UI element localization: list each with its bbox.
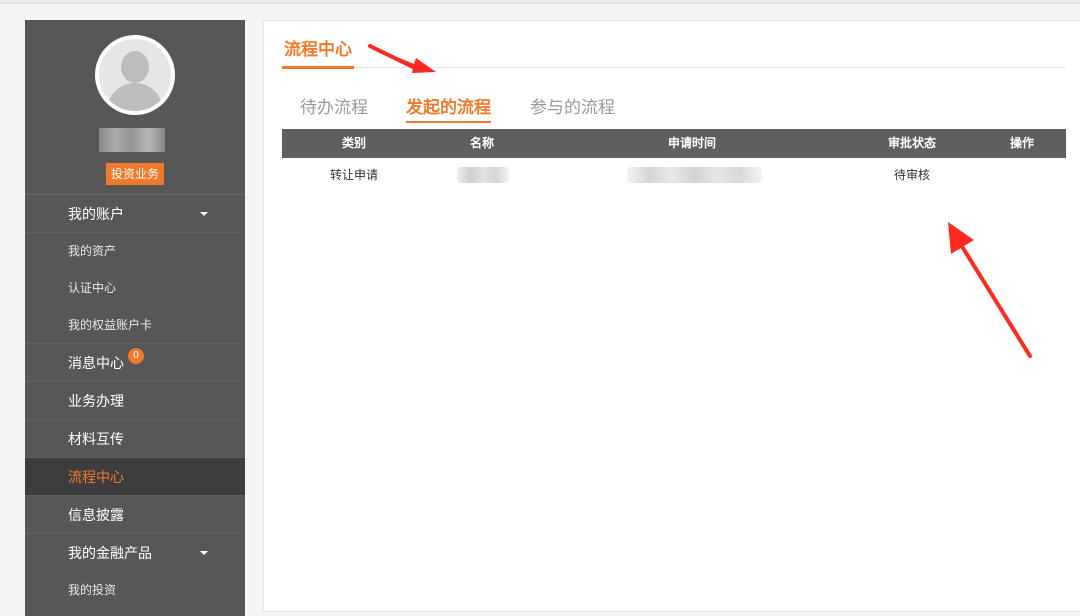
cell-category: 转让申请 [329,168,378,182]
profile-section: 投资业务 [25,20,245,195]
sidebar-item-disclosure[interactable]: 信息披露 [25,496,245,534]
tab-initiated[interactable]: 发起的流程 [406,93,491,123]
process-table: 类别 名称 申请时间 审批状态 操作 转让申请 待审核 [282,129,1066,192]
caret-down-icon [200,212,208,216]
column-header-action: 操作 [1009,136,1034,150]
page-title: 流程中心 [284,40,352,59]
sidebar-item-auth-center[interactable]: 认证中心 [25,270,245,307]
cell-name-redacted [457,167,509,183]
tab-participated[interactable]: 参与的流程 [530,93,615,118]
avatar[interactable] [95,35,175,115]
column-header-status: 审批状态 [887,136,936,150]
sidebar-item-my-investment[interactable]: 我的投资 [25,572,245,609]
table-header: 类别 名称 申请时间 审批状态 操作 [282,129,1066,158]
message-count-badge: 0 [128,348,144,364]
sidebar-item-my-assets[interactable]: 我的资产 [25,233,245,270]
sidebar-item-process-center[interactable]: 流程中心 [25,458,245,496]
sidebar-item-equity-card[interactable]: 我的权益账户卡 [25,307,245,344]
sidebar-item-label: 我的账户 [68,206,124,222]
title-underline [282,66,354,69]
sidebar-item-materials[interactable]: 材料互传 [25,420,245,458]
role-badge: 投资业务 [106,163,164,185]
top-bar [0,0,1080,4]
sidebar-item-label: 我的金融产品 [68,545,152,561]
sidebar-item-label: 消息中心 [68,355,124,371]
avatar-head-icon [121,51,149,83]
avatar-body-icon [107,83,163,111]
title-divider [282,67,1066,68]
column-header-name: 名称 [469,136,494,150]
sidebar-item-message-center[interactable]: 消息中心 0 [25,344,245,382]
table-row[interactable]: 转让申请 待审核 [282,158,1066,192]
sidebar-item-my-account[interactable]: 我的账户 [25,195,245,233]
cell-time-redacted [627,167,762,183]
sidebar: 投资业务 我的账户 我的资产 认证中心 我的权益账户卡 消息中心 0 业务办理 材… [25,20,245,616]
sidebar-item-financial-products[interactable]: 我的金融产品 [25,534,245,572]
tab-pending[interactable]: 待办流程 [300,93,368,118]
cell-status: 待审核 [893,168,930,182]
caret-down-icon [200,551,208,555]
sidebar-item-business[interactable]: 业务办理 [25,382,245,420]
column-header-time: 申请时间 [667,136,716,150]
column-header-category: 类别 [341,136,366,150]
username-redacted [99,128,165,152]
main-panel: 流程中心 待办流程 发起的流程 参与的流程 类别 名称 申请时间 审批状态 操作… [263,20,1080,612]
